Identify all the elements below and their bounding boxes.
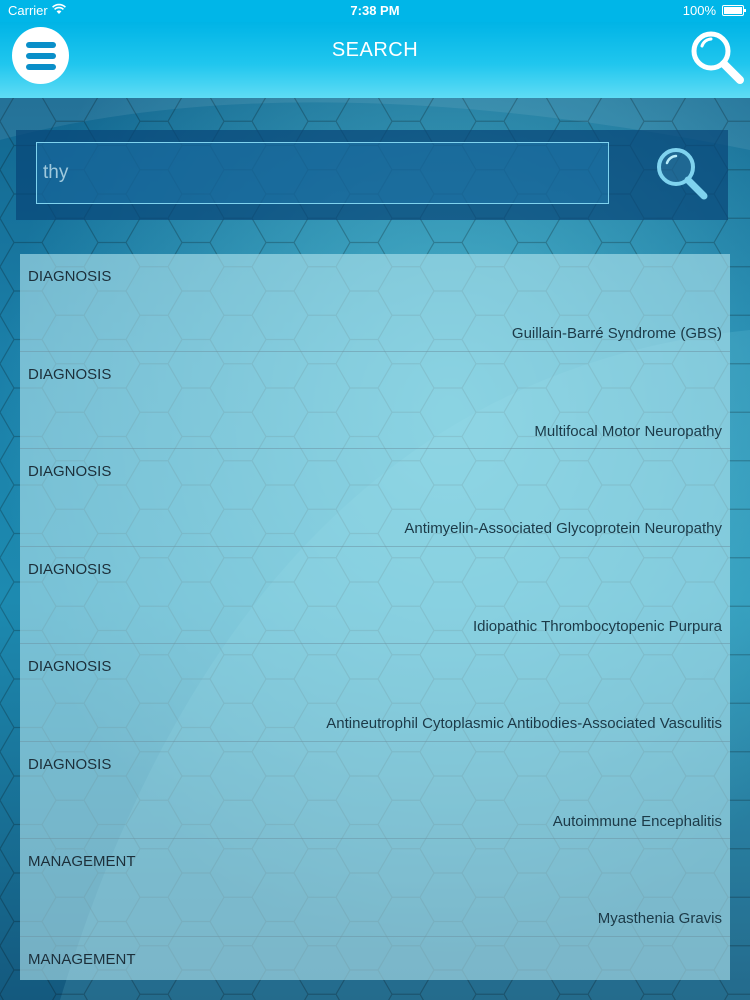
magnifier-icon [657,148,708,200]
result-title: Myasthenia Gravis [597,910,722,927]
list-item[interactable]: MANAGEMENT [20,937,730,981]
result-title: Multifocal Motor Neuropathy [534,422,722,440]
magnifier-icon [691,31,744,84]
list-item[interactable]: MANAGEMENT Myasthenia Gravis [20,839,730,937]
result-category: DIAGNOSIS [28,658,112,675]
search-submit-button[interactable] [652,144,712,204]
result-category: DIAGNOSIS [28,268,112,285]
search-panel [16,130,728,220]
status-time: 7:38 PM [350,3,400,18]
results-list: DIAGNOSIS Guillain-Barré Syndrome (GBS) … [20,254,730,980]
list-item[interactable]: DIAGNOSIS Antimyelin-Associated Glycopro… [20,449,730,547]
list-item[interactable]: DIAGNOSIS Autoimmune Encephalitis [20,742,730,839]
nav-bar: SEARCH [0,22,750,98]
list-item[interactable]: DIAGNOSIS Multifocal Motor Neuropathy [20,352,730,449]
page-title: SEARCH [331,39,419,61]
result-category: DIAGNOSIS [28,755,112,773]
result-title: Antimyelin-Associated Glycoprotein Neuro… [404,520,722,537]
result-category: DIAGNOSIS [28,560,112,578]
status-bar: Carrier 7:38 PM 100% [0,0,750,22]
result-category: MANAGEMENT [28,950,136,968]
battery-icon [722,5,746,16]
result-category: MANAGEMENT [28,853,136,870]
result-category: DIAGNOSIS [28,463,112,480]
search-input[interactable] [36,142,609,204]
list-item[interactable]: DIAGNOSIS Idiopathic Thrombocytopenic Pu… [20,547,730,644]
result-category: DIAGNOSIS [28,365,112,383]
list-item[interactable]: DIAGNOSIS Guillain-Barré Syndrome (GBS) [20,254,730,352]
battery-percent: 100% [682,3,716,18]
result-title: Autoimmune Encephalitis [552,812,722,830]
list-item[interactable]: DIAGNOSIS Antineutrophil Cytoplasmic Ant… [20,644,730,742]
result-title: Antineutrophil Cytoplasmic Antibodies-As… [326,715,722,732]
result-title: Idiopathic Thrombocytopenic Purpura [472,617,722,635]
screen: Carrier 7:38 PM 100% SEARCH thy DIAGNOSI… [0,0,750,1000]
result-title: Guillain-Barré Syndrome (GBS) [511,325,722,342]
nav-search-button[interactable] [686,26,746,86]
